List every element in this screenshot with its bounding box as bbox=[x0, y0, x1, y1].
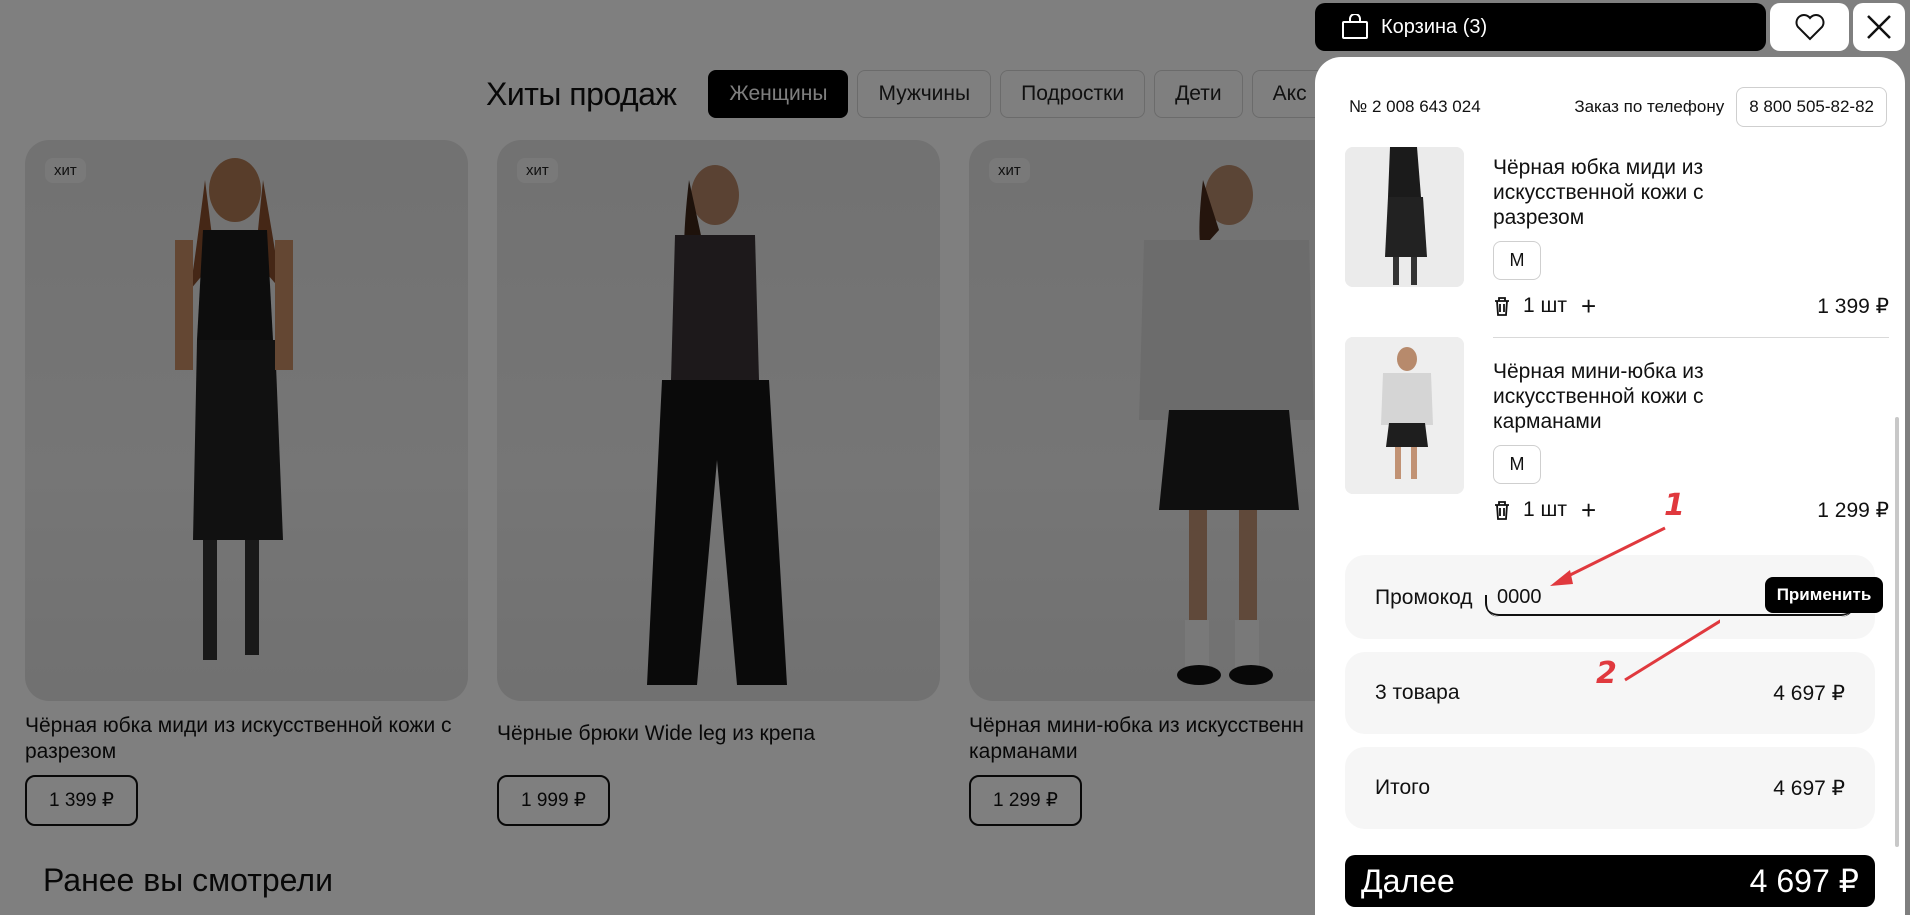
scrollbar[interactable] bbox=[1895, 417, 1899, 847]
cart-header[interactable]: Корзина (3) bbox=[1315, 3, 1766, 51]
quantity-row: 1 шт + 1 399 ₽ bbox=[1493, 291, 1889, 321]
total-label: Итого bbox=[1375, 776, 1431, 799]
item-price: 1 299 ₽ bbox=[1817, 498, 1889, 522]
next-total: 4 697 ₽ bbox=[1749, 863, 1859, 899]
close-button[interactable] bbox=[1853, 3, 1905, 51]
promo-label: Промокод bbox=[1375, 586, 1473, 609]
heart-icon bbox=[1795, 14, 1824, 41]
next-button[interactable]: Далее 4 697 ₽ bbox=[1345, 855, 1875, 907]
favorites-button[interactable] bbox=[1770, 3, 1849, 51]
quantity-value: 1 шт bbox=[1523, 294, 1567, 317]
total-value: 4 697 ₽ bbox=[1773, 776, 1845, 800]
plus-icon[interactable]: + bbox=[1581, 293, 1596, 319]
trash-icon[interactable] bbox=[1493, 296, 1511, 316]
next-label: Далее bbox=[1361, 862, 1455, 899]
close-icon bbox=[1867, 15, 1891, 39]
size-chip[interactable]: M bbox=[1493, 445, 1541, 484]
shopping-bag-icon bbox=[1342, 14, 1368, 39]
item-price: 1 399 ₽ bbox=[1817, 294, 1889, 318]
cart-item-image[interactable] bbox=[1345, 147, 1464, 287]
item-photo bbox=[1345, 147, 1464, 287]
items-count-value: 4 697 ₽ bbox=[1773, 681, 1845, 705]
phone-order-label: Заказ по телефону bbox=[1574, 97, 1725, 116]
annotation-marker-2: 2 bbox=[1596, 656, 1617, 691]
item-photo bbox=[1345, 337, 1464, 494]
cart-item-image[interactable] bbox=[1345, 337, 1464, 494]
items-count-label: 3 товара bbox=[1375, 681, 1460, 704]
total-box: Итого 4 697 ₽ bbox=[1345, 747, 1875, 829]
cart-item-title[interactable]: Чёрная юбка миди из искусственной кожи с… bbox=[1493, 155, 1753, 230]
cart-item-title[interactable]: Чёрная мини-юбка из искусственной кожи с… bbox=[1493, 359, 1753, 434]
phone-number-link[interactable]: 8 800 505-82-82 bbox=[1736, 87, 1887, 127]
apply-promo-button[interactable]: Применить bbox=[1765, 577, 1883, 613]
drawer-header: № 2 008 643 024 Заказ по телефону 8 800 … bbox=[1349, 87, 1887, 127]
annotation-marker-1: 1 bbox=[1664, 488, 1685, 523]
cart-title: Корзина (3) bbox=[1381, 15, 1488, 38]
size-chip[interactable]: M bbox=[1493, 241, 1541, 280]
order-number: № 2 008 643 024 bbox=[1349, 97, 1481, 116]
